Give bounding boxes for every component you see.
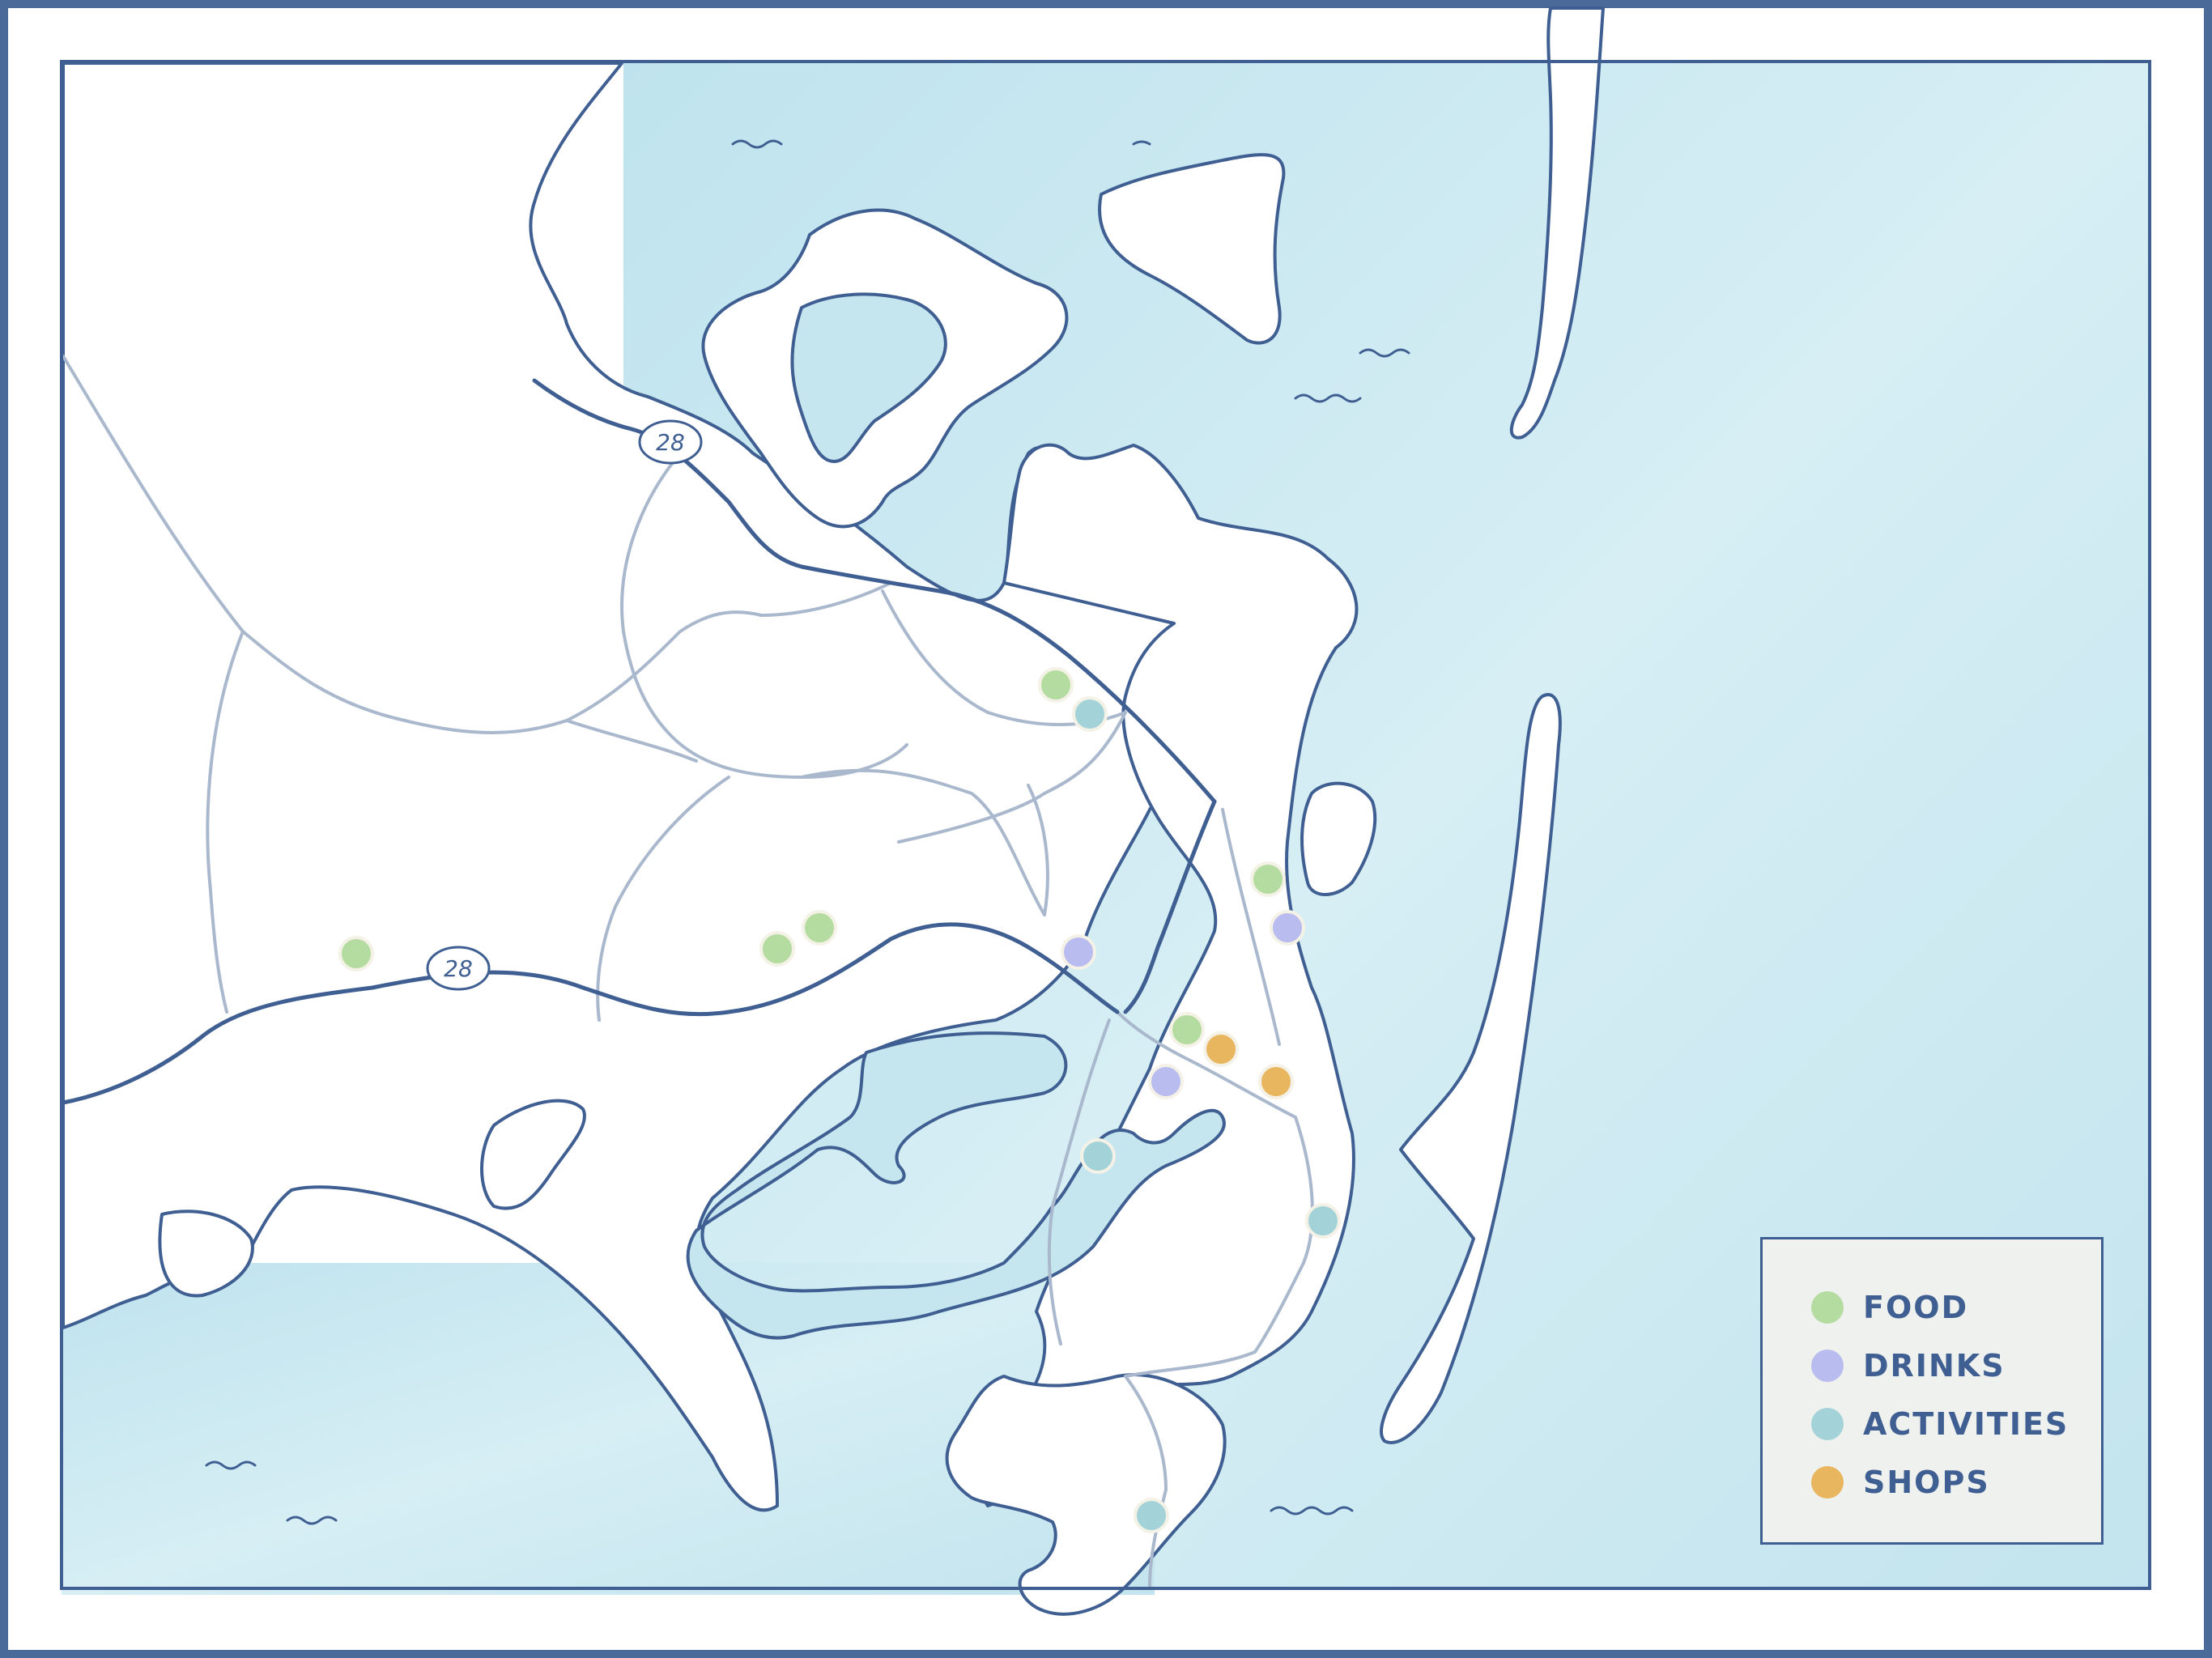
route-shield: 28 (638, 419, 703, 465)
map-marker-food[interactable] (1038, 667, 1074, 703)
activities-dot-icon (1811, 1408, 1844, 1440)
route-shield-label: 28 (656, 429, 685, 456)
map-marker-activities[interactable] (1072, 696, 1108, 732)
legend-label: DRINKS (1863, 1348, 2006, 1384)
legend-item-food[interactable]: FOOD (1811, 1278, 2101, 1337)
legend-label: ACTIVITIES (1863, 1406, 2069, 1442)
legend-label: SHOPS (1863, 1465, 1990, 1500)
map-marker-food[interactable] (802, 910, 837, 946)
map-marker-drinks[interactable] (1270, 910, 1305, 946)
route-shield: 28 (426, 946, 491, 991)
food-dot-icon (1811, 1291, 1844, 1324)
route-shield-label: 28 (444, 955, 473, 982)
map-marker-food[interactable] (338, 936, 374, 971)
map-marker-shops[interactable] (1258, 1064, 1294, 1099)
map-marker-activities[interactable] (1080, 1138, 1116, 1174)
legend-item-shops[interactable]: SHOPS (1811, 1453, 2101, 1511)
map-marker-drinks[interactable] (1148, 1064, 1184, 1099)
map-marker-food[interactable] (1250, 861, 1286, 897)
legend: FOOD DRINKS ACTIVITIES SHOPS (1760, 1237, 2104, 1545)
map-marker-food[interactable] (759, 931, 795, 967)
drinks-dot-icon (1811, 1350, 1844, 1382)
shops-dot-icon (1811, 1466, 1844, 1499)
legend-item-drinks[interactable]: DRINKS (1811, 1337, 2101, 1395)
map-marker-shops[interactable] (1203, 1031, 1239, 1067)
legend-label: FOOD (1863, 1290, 1969, 1325)
map-marker-activities[interactable] (1305, 1203, 1341, 1239)
legend-item-activities[interactable]: ACTIVITIES (1811, 1395, 2101, 1453)
map-marker-drinks[interactable] (1061, 934, 1096, 970)
map-marker-food[interactable] (1169, 1012, 1205, 1048)
map-marker-activities[interactable] (1134, 1498, 1169, 1533)
